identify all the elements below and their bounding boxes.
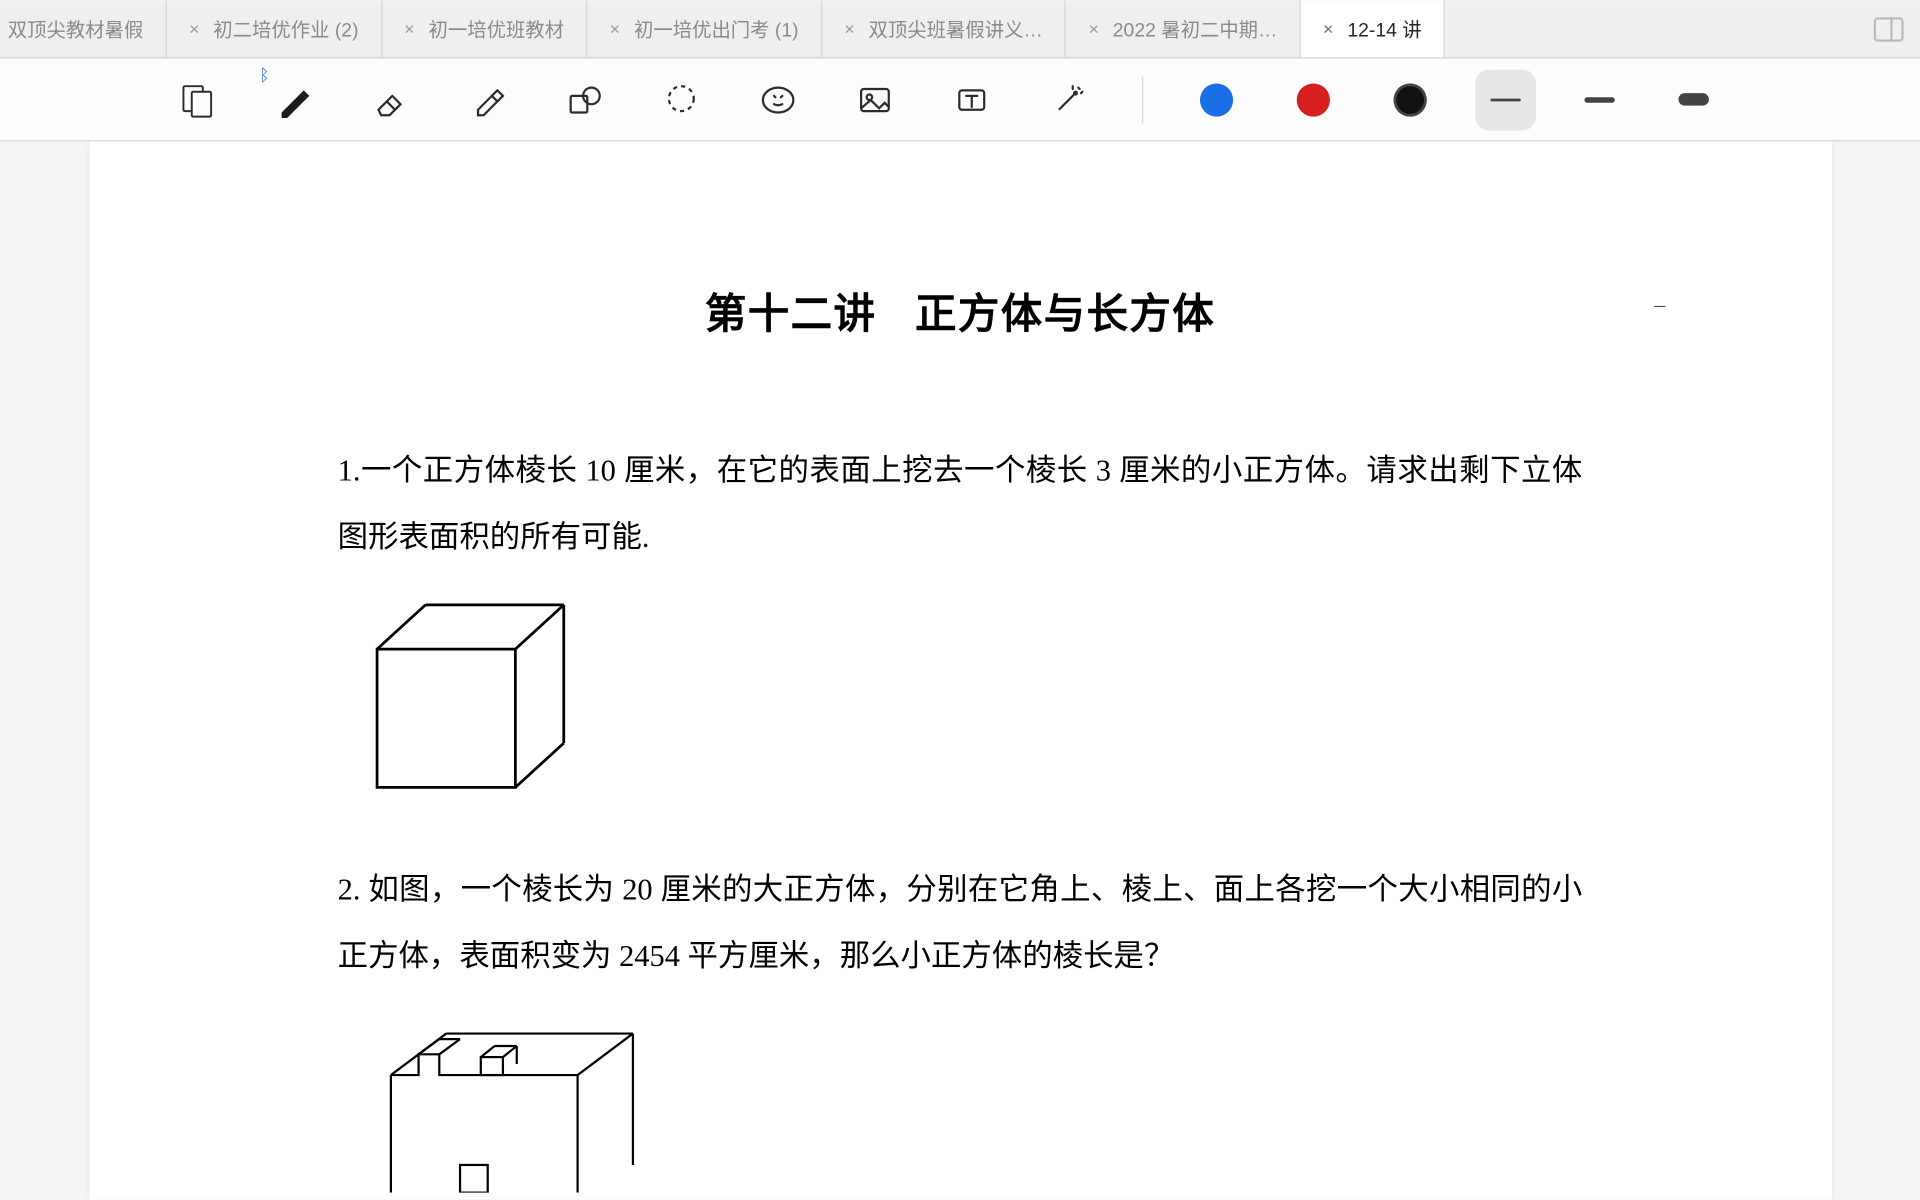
page-settings-icon[interactable]: [165, 68, 229, 132]
tab-label: 双顶尖班暑假讲义…: [869, 15, 1043, 43]
close-icon[interactable]: ×: [844, 18, 855, 39]
tab-item[interactable]: × 初二培优作业 (2): [167, 0, 382, 57]
stroke-preview: [1584, 97, 1614, 103]
color-red[interactable]: [1282, 68, 1346, 132]
title-part-b: 正方体与长方体: [915, 292, 1215, 338]
stroke-preview: [1678, 93, 1708, 105]
color-blue[interactable]: [1185, 68, 1249, 132]
toolbar-separator: [1142, 76, 1143, 123]
tab-item[interactable]: × 初一培优班教材: [382, 0, 588, 57]
document-viewport[interactable]: – 第十二讲正方体与长方体 1.一个正方体棱长 10 厘米，在它的表面上挖去一个…: [0, 142, 1920, 1200]
image-tool-icon[interactable]: [843, 68, 907, 132]
shapes-tool-icon[interactable]: [553, 68, 617, 132]
pen-tool-icon[interactable]: ᛒ: [262, 68, 326, 132]
toolbar: ᛒ: [0, 59, 1920, 142]
tab-bar: 双顶尖教材暑假 × 初二培优作业 (2) × 初一培优班教材 × 初一培优出门考…: [0, 0, 1920, 58]
minus-mark: –: [1654, 294, 1665, 319]
document-page: – 第十二讲正方体与长方体 1.一个正方体棱长 10 厘米，在它的表面上挖去一个…: [89, 142, 1832, 1200]
color-black[interactable]: [1378, 68, 1442, 132]
tab-label: 12-14 讲: [1347, 15, 1421, 43]
tab-label: 初二培优作业 (2): [213, 15, 358, 43]
sticker-tool-icon[interactable]: [746, 68, 810, 132]
magic-tool-icon[interactable]: [1037, 68, 1101, 132]
page-title: 第十二讲正方体与长方体: [338, 280, 1583, 341]
color-swatch: [1394, 83, 1427, 116]
close-icon[interactable]: ×: [189, 18, 200, 39]
close-icon[interactable]: ×: [1323, 18, 1334, 39]
close-icon[interactable]: ×: [1088, 18, 1099, 39]
cube-figure-2: [363, 1012, 1583, 1199]
tab-item[interactable]: 双顶尖教材暑假: [0, 0, 167, 57]
tab-item-active[interactable]: × 12-14 讲: [1301, 0, 1445, 57]
stroke-thin[interactable]: [1475, 69, 1536, 130]
tab-label: 初一培优班教材: [428, 15, 564, 43]
title-part-a: 第十二讲: [705, 292, 876, 338]
close-icon[interactable]: ×: [404, 18, 415, 39]
cube-figure-1: [363, 593, 1583, 814]
bluetooth-icon: ᛒ: [260, 65, 270, 84]
problem-2-text: 2. 如图，一个棱长为 20 厘米的大正方体，分别在它角上、棱上、面上各挖一个大…: [338, 856, 1583, 990]
lasso-tool-icon[interactable]: [650, 68, 714, 132]
tab-label: 初一培优出门考 (1): [634, 15, 799, 43]
tab-item[interactable]: × 初一培优出门考 (1): [588, 0, 823, 57]
tab-item[interactable]: × 双顶尖班暑假讲义…: [822, 0, 1066, 57]
problem-1-text: 1.一个正方体棱长 10 厘米，在它的表面上挖去一个棱长 3 厘米的小正方体。请…: [338, 437, 1583, 571]
stroke-medium[interactable]: [1569, 69, 1630, 130]
stroke-preview: [1490, 98, 1520, 101]
highlighter-tool-icon[interactable]: [456, 68, 520, 132]
stroke-thick[interactable]: [1663, 69, 1724, 130]
color-swatch: [1200, 83, 1233, 116]
color-swatch: [1297, 83, 1330, 116]
tab-label: 双顶尖教材暑假: [8, 15, 144, 43]
split-view-icon[interactable]: [1857, 0, 1920, 57]
tab-item[interactable]: × 2022 暑初二中期…: [1066, 0, 1301, 57]
eraser-tool-icon[interactable]: [359, 68, 423, 132]
tab-label: 2022 暑初二中期…: [1113, 15, 1278, 43]
text-tool-icon[interactable]: [940, 68, 1004, 132]
close-icon[interactable]: ×: [610, 18, 621, 39]
